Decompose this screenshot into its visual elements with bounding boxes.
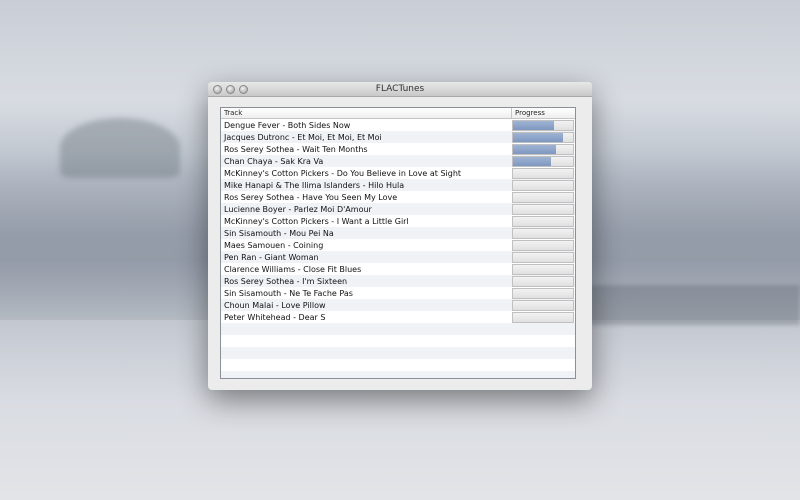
wallpaper-reeds [590, 285, 800, 325]
table-row[interactable]: Choun Malai - Love Pillow [221, 299, 575, 311]
track-name: Chan Chaya - Sak Kra Va [224, 156, 324, 166]
progress-bar [512, 155, 574, 167]
track-name: Ros Serey Sothea - Wait Ten Months [224, 144, 368, 154]
track-name: McKinney's Cotton Pickers - Do You Belie… [224, 168, 462, 178]
progress-bar [512, 167, 574, 179]
track-name: Clarence Williams - Close Fit Blues [224, 264, 362, 274]
track-name: Ros Serey Sothea - I'm Sixteen [224, 276, 348, 286]
flactunes-window: FLACTunes Track Progress Dengue Fever - … [208, 82, 592, 390]
table-row[interactable]: Dengue Fever - Both Sides Now [221, 119, 575, 131]
progress-bar [512, 191, 574, 203]
track-name: Pen Ran - Giant Woman [224, 252, 319, 262]
empty-row [221, 335, 575, 347]
track-name: Choun Malai - Love Pillow [224, 300, 326, 310]
wallpaper-trees [60, 118, 180, 178]
table-row[interactable]: Sin Sisamouth - Ne Te Fache Pas [221, 287, 575, 299]
table-row[interactable]: Peter Whitehead - Dear S [221, 311, 575, 323]
column-header-track[interactable]: Track [221, 108, 512, 118]
table-row[interactable]: Maes Samouen - Coining [221, 239, 575, 251]
track-name: Mike Hanapi & The Ilima Islanders - Hilo… [224, 180, 405, 190]
table-row[interactable]: Clarence Williams - Close Fit Blues [221, 263, 575, 275]
table-row[interactable]: Ros Serey Sothea - Wait Ten Months [221, 143, 575, 155]
track-name: McKinney's Cotton Pickers - I Want a Lit… [224, 216, 409, 226]
track-name: Sin Sisamouth - Ne Te Fache Pas [224, 288, 353, 298]
table-row[interactable]: Jacques Dutronc - Et Moi, Et Moi, Et Moi [221, 131, 575, 143]
progress-bar [512, 179, 574, 191]
progress-bar [512, 311, 574, 323]
progress-bar [512, 263, 574, 275]
progress-bar [512, 203, 574, 215]
window-title: FLACTunes [375, 84, 425, 94]
track-table[interactable]: Track Progress Dengue Fever - Both Sides… [220, 107, 576, 379]
progress-bar [512, 119, 574, 131]
track-name: Sin Sisamouth - Mou Pei Na [224, 228, 334, 238]
table-row[interactable]: Chan Chaya - Sak Kra Va [221, 155, 575, 167]
table-row[interactable]: Mike Hanapi & The Ilima Islanders - Hilo… [221, 179, 575, 191]
column-header-progress[interactable]: Progress [512, 108, 545, 118]
empty-row [221, 371, 575, 378]
track-name: Ros Serey Sothea - Have You Seen My Love [224, 192, 398, 202]
zoom-button[interactable] [239, 85, 248, 94]
close-button[interactable] [213, 85, 222, 94]
table-row[interactable]: Ros Serey Sothea - I'm Sixteen [221, 275, 575, 287]
table-row[interactable]: Pen Ran - Giant Woman [221, 251, 575, 263]
progress-bar [512, 299, 574, 311]
progress-fill [513, 144, 556, 154]
progress-bar [512, 239, 574, 251]
table-row[interactable]: McKinney's Cotton Pickers - I Want a Lit… [221, 215, 575, 227]
track-name: Lucienne Boyer - Parlez Moi D'Amour [224, 204, 372, 214]
track-name: Dengue Fever - Both Sides Now [224, 120, 351, 130]
table-row[interactable]: Ros Serey Sothea - Have You Seen My Love [221, 191, 575, 203]
empty-row [221, 359, 575, 371]
progress-bar [512, 131, 574, 143]
track-name: Maes Samouen - Coining [224, 240, 324, 250]
empty-row [221, 323, 575, 335]
progress-bar [512, 275, 574, 287]
progress-fill [513, 156, 551, 166]
progress-bar [512, 143, 574, 155]
progress-fill [513, 120, 554, 130]
track-name: Jacques Dutronc - Et Moi, Et Moi, Et Moi [224, 132, 382, 142]
table-row[interactable]: McKinney's Cotton Pickers - Do You Belie… [221, 167, 575, 179]
progress-bar [512, 215, 574, 227]
progress-bar [512, 251, 574, 263]
table-row[interactable]: Lucienne Boyer - Parlez Moi D'Amour [221, 203, 575, 215]
progress-bar [512, 227, 574, 239]
empty-row [221, 347, 575, 359]
title-bar[interactable]: FLACTunes [208, 82, 592, 97]
minimize-button[interactable] [226, 85, 235, 94]
track-name: Peter Whitehead - Dear S [224, 312, 326, 322]
progress-fill [513, 132, 564, 142]
progress-bar [512, 287, 574, 299]
table-header: Track Progress [221, 108, 575, 119]
table-row[interactable]: Sin Sisamouth - Mou Pei Na [221, 227, 575, 239]
